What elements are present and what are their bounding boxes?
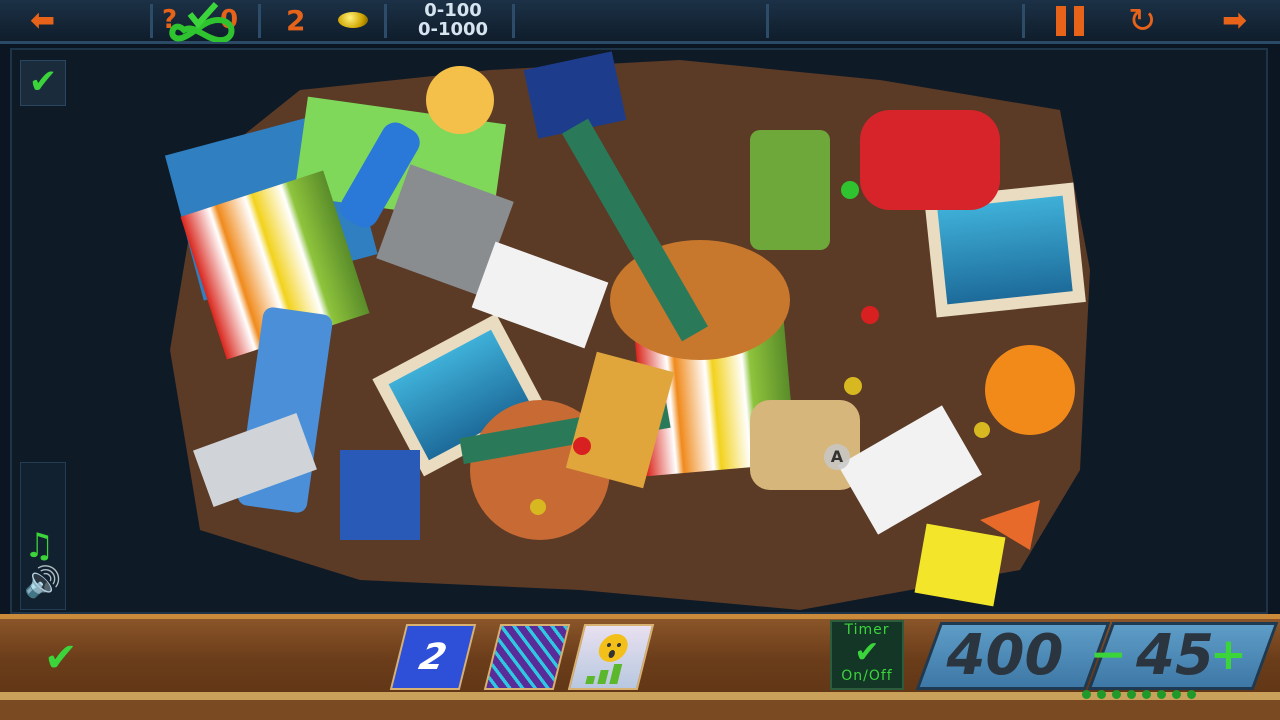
coin-icon xyxy=(338,12,368,28)
yellow-ball[interactable] xyxy=(844,377,862,395)
green-canister[interactable] xyxy=(750,130,830,250)
yellow-ball[interactable] xyxy=(974,422,990,438)
range-line-2: 0-1000 xyxy=(417,19,489,40)
seascape-stamp[interactable] xyxy=(937,195,1073,305)
checkmark-icon[interactable]: ✔ xyxy=(44,636,78,680)
red-bottle[interactable] xyxy=(860,110,1000,210)
arrow-right-icon[interactable]: ➡ xyxy=(1222,6,1247,36)
gold-disc[interactable] xyxy=(426,66,494,134)
divider xyxy=(1022,4,1025,38)
wood-rail xyxy=(0,700,1280,720)
restart-icon[interactable]: ↻ xyxy=(1128,3,1157,39)
timer-toggle[interactable]: Timer ✔ On/Off xyxy=(830,620,904,690)
score-value: 400 xyxy=(946,623,1064,688)
divider xyxy=(766,4,769,38)
yellow-bucket[interactable] xyxy=(914,523,1006,607)
surprised-face-icon xyxy=(585,634,628,684)
timer-state-label: On/Off xyxy=(841,668,893,684)
range-line-1: 0-100 xyxy=(424,0,482,21)
checkmark-icon[interactable]: ✔ xyxy=(20,60,66,106)
yellow-ball[interactable] xyxy=(530,499,546,515)
powerup-count: 2 xyxy=(415,637,451,678)
speaker-icon[interactable]: 🔊 xyxy=(24,566,61,600)
level-progress-dots xyxy=(1082,684,1212,699)
decrease-button[interactable]: − xyxy=(1090,630,1127,680)
arrow-left-icon[interactable]: ⬅ xyxy=(30,6,55,36)
divider xyxy=(150,4,153,38)
orange-slice[interactable] xyxy=(985,345,1075,435)
divider xyxy=(384,4,387,38)
hint-marker[interactable]: A xyxy=(824,444,850,470)
object-pile[interactable] xyxy=(160,50,1100,615)
increase-button[interactable]: + xyxy=(1210,630,1247,680)
divider xyxy=(512,4,515,38)
divider xyxy=(258,4,261,38)
infinity-icon[interactable]: ? 0 xyxy=(160,2,246,42)
music-note-icon[interactable]: ♫ xyxy=(24,528,54,564)
red-ball[interactable] xyxy=(861,306,879,324)
top-bar: ⬅ ? 0 2 0-100 0-1000 ↻ ➡ xyxy=(0,0,1280,44)
level-value: 45 xyxy=(1136,623,1214,688)
red-ball[interactable] xyxy=(573,437,591,455)
pause-icon[interactable] xyxy=(1056,6,1088,36)
green-ball[interactable] xyxy=(841,181,859,199)
checkmark-icon: ✔ xyxy=(854,635,880,670)
score-range: 0-100 0-1000 xyxy=(400,1,506,39)
found-count: 2 xyxy=(286,4,306,37)
blue-box[interactable] xyxy=(340,450,420,540)
